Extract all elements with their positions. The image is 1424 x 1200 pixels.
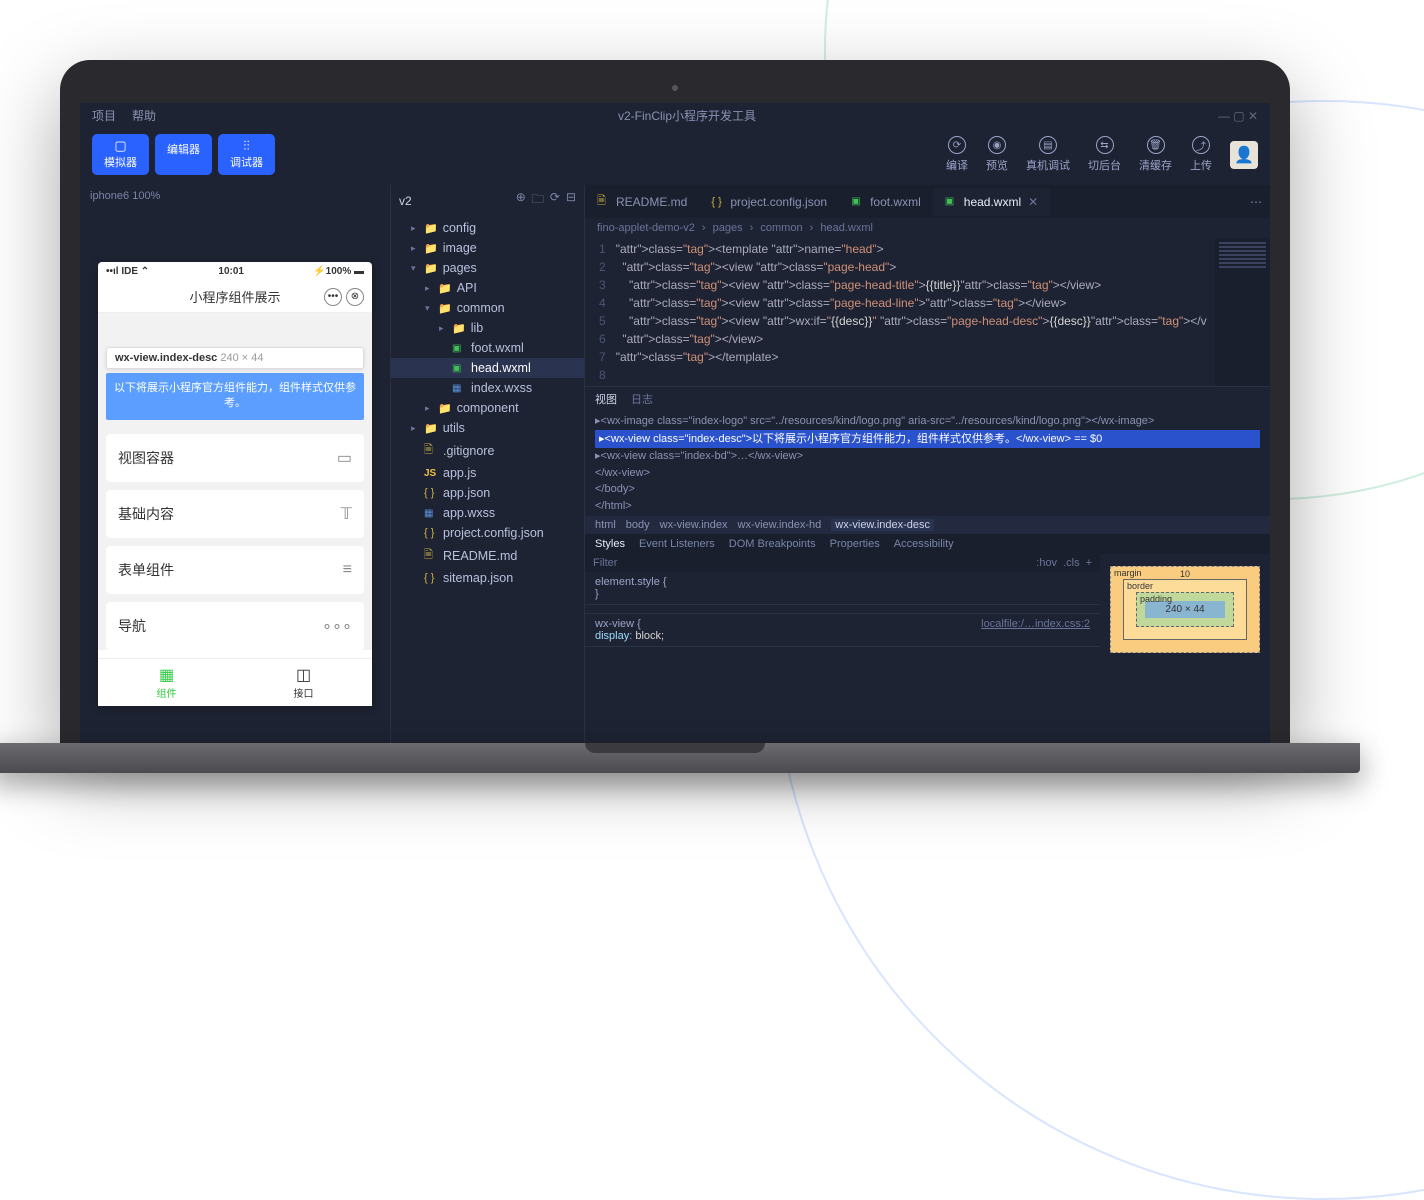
inspect-tooltip: wx-view.index-desc 240 × 44 (106, 347, 364, 369)
folder-node[interactable]: ▸📁API (391, 278, 584, 298)
window-controls[interactable]: — ▢ ✕ (1218, 109, 1258, 123)
folder-node[interactable]: ▾📁pages (391, 258, 584, 278)
folder-node[interactable]: ▸📁lib (391, 318, 584, 338)
hov-toggle[interactable]: :hov (1036, 557, 1057, 569)
folder-node[interactable]: ▸📁config (391, 218, 584, 238)
toolbar-action-2[interactable]: ▤真机调试 (1026, 136, 1070, 173)
crumb[interactable]: wx-view.index-hd (738, 519, 822, 531)
editor-tab[interactable]: 🗎README.md (585, 185, 699, 218)
nav-tab-1[interactable]: ◫接口 (235, 659, 372, 706)
list-item[interactable]: 视图容器▭ (106, 434, 364, 482)
status-time: 10:01 (218, 266, 244, 277)
window-title: v2-FinClip小程序开发工具 (618, 107, 756, 124)
list-item[interactable]: 基础内容𝕋 (106, 490, 364, 538)
line-gutter: 12345678 (585, 238, 616, 386)
minimap[interactable] (1215, 238, 1270, 386)
dom-breadcrumb[interactable]: html body wx-view.index wx-view.index-hd wx-… (585, 516, 1270, 534)
styles-pane[interactable]: Filter :hov .cls + element.style {}</spa… (585, 554, 1100, 711)
devtools-subtab[interactable]: Properties (830, 538, 880, 550)
status-battery: ⚡100% ▬ (313, 266, 364, 277)
list-item[interactable]: 导航∘∘∘ (106, 602, 364, 650)
breadcrumbs: fino-applet-demo-v2 › pages › common › h… (585, 218, 1270, 238)
folder-node[interactable]: ▸📁component (391, 398, 584, 418)
new-file-icon[interactable]: ⊕ (516, 190, 526, 211)
file-node[interactable]: 🗎README.md (391, 543, 584, 568)
cls-toggle[interactable]: .cls (1063, 557, 1080, 569)
nav-tab-0[interactable]: ▦组件 (98, 659, 235, 706)
folder-node[interactable]: ▸📁utils (391, 418, 584, 438)
file-node[interactable]: JSapp.js (391, 463, 584, 483)
avatar[interactable]: 👤 (1230, 141, 1258, 169)
list-item[interactable]: 表单组件≡ (106, 546, 364, 594)
editor-tab[interactable]: ▣foot.wxml (839, 188, 933, 216)
folder-node[interactable]: ▸📁image (391, 238, 584, 258)
toolbar-action-4[interactable]: 🗑清缓存 (1139, 136, 1172, 173)
file-node[interactable]: { }project.config.json (391, 523, 584, 543)
devtools-subtab[interactable]: DOM Breakpoints (729, 538, 816, 550)
toolbar: ▢模拟器编辑器⫶⫶调试器 ⟳编译 ◉预览 ▤真机调试 ⇆切后台 🗑清缓存 ⤴上传 👤 (80, 128, 1270, 185)
device-label: iphone6 100% (80, 185, 390, 207)
phone-preview: ••ıl IDE ⌃ 10:01 ⚡100% ▬ 小程序组件展示 ••• ⊗ w… (98, 262, 372, 706)
toolbar-action-0[interactable]: ⟳编译 (946, 136, 968, 173)
devtools-subtab[interactable]: Event Listeners (639, 538, 715, 550)
tree-root[interactable]: v2 (399, 194, 412, 208)
toolbar-action-3[interactable]: ⇆切后台 (1088, 136, 1121, 173)
menu-project[interactable]: 项目 (92, 107, 116, 124)
app-title: 小程序组件展示 (189, 287, 280, 306)
crumb[interactable]: wx-view.index-desc (831, 519, 934, 531)
file-node[interactable]: { }sitemap.json (391, 568, 584, 588)
toolbar-pill-2[interactable]: ⫶⫶调试器 (218, 134, 275, 175)
camera-dot (672, 85, 678, 91)
capsule-menu-icon[interactable]: ••• (324, 288, 342, 306)
file-node[interactable]: 🗎.gitignore (391, 438, 584, 463)
styles-filter[interactable]: Filter (593, 557, 617, 569)
editor-tab[interactable]: ▣head.wxml✕ (933, 188, 1050, 216)
simulator-panel: iphone6 100% ••ıl IDE ⌃ 10:01 ⚡100% ▬ 小程… (80, 185, 390, 743)
crumb[interactable]: html (595, 519, 616, 531)
editor-panel: 🗎README.md{ }project.config.json▣foot.wx… (585, 185, 1270, 743)
collapse-icon[interactable]: ⊟ (566, 190, 576, 211)
status-signal: ••ıl IDE ⌃ (106, 266, 149, 277)
file-explorer: v2 ⊕ 🗀 ⟳ ⊟ ▸📁config▸📁image▾📁pages▸📁API▾📁… (390, 185, 585, 743)
file-node[interactable]: ▦index.wxss (391, 378, 584, 398)
tab-overflow-icon[interactable]: ⋯ (1242, 195, 1270, 209)
devtools-tab-log[interactable]: 日志 (631, 391, 653, 407)
folder-node[interactable]: ▾📁common (391, 298, 584, 318)
devtools-subtab[interactable]: Accessibility (894, 538, 954, 550)
file-node[interactable]: ▦app.wxss (391, 503, 584, 523)
toolbar-action-5[interactable]: ⤴上传 (1190, 136, 1212, 173)
toolbar-pill-1[interactable]: 编辑器 (155, 134, 212, 175)
add-rule-icon[interactable]: + (1086, 557, 1092, 569)
capsule-close-icon[interactable]: ⊗ (346, 288, 364, 306)
menubar: 项目 帮助 v2-FinClip小程序开发工具 — ▢ ✕ (80, 103, 1270, 128)
refresh-icon[interactable]: ⟳ (550, 190, 560, 211)
box-model: margin 10 border padding 240 × 44 (1100, 554, 1270, 711)
crumb[interactable]: body (626, 519, 650, 531)
ide-window: 项目 帮助 v2-FinClip小程序开发工具 — ▢ ✕ ▢模拟器编辑器⫶⫶调… (80, 103, 1270, 743)
new-folder-icon[interactable]: 🗀 (532, 190, 544, 211)
dom-tree[interactable]: ▸<wx-image class="index-logo" src="../re… (585, 411, 1270, 516)
crumb[interactable]: wx-view.index (660, 519, 728, 531)
devtools-tab-view[interactable]: 视图 (595, 391, 617, 407)
toolbar-action-1[interactable]: ◉预览 (986, 136, 1008, 173)
devtools: 视图 日志 ▸<wx-image class="index-logo" src=… (585, 386, 1270, 711)
file-node[interactable]: { }app.json (391, 483, 584, 503)
highlighted-desc[interactable]: 以下将展示小程序官方组件能力，组件样式仅供参考。 (106, 373, 364, 420)
toolbar-pill-0[interactable]: ▢模拟器 (92, 134, 149, 175)
menu-help[interactable]: 帮助 (132, 107, 156, 124)
devtools-subtab[interactable]: Styles (595, 538, 625, 550)
laptop-frame: 项目 帮助 v2-FinClip小程序开发工具 — ▢ ✕ ▢模拟器编辑器⫶⫶调… (60, 60, 1290, 773)
file-node[interactable]: ▣head.wxml (391, 358, 584, 378)
code-area[interactable]: "attr">class="tag"><template "attr">name… (616, 238, 1215, 386)
editor-tab[interactable]: { }project.config.json (699, 188, 839, 216)
close-icon[interactable]: ✕ (1028, 195, 1038, 209)
file-node[interactable]: ▣foot.wxml (391, 338, 584, 358)
